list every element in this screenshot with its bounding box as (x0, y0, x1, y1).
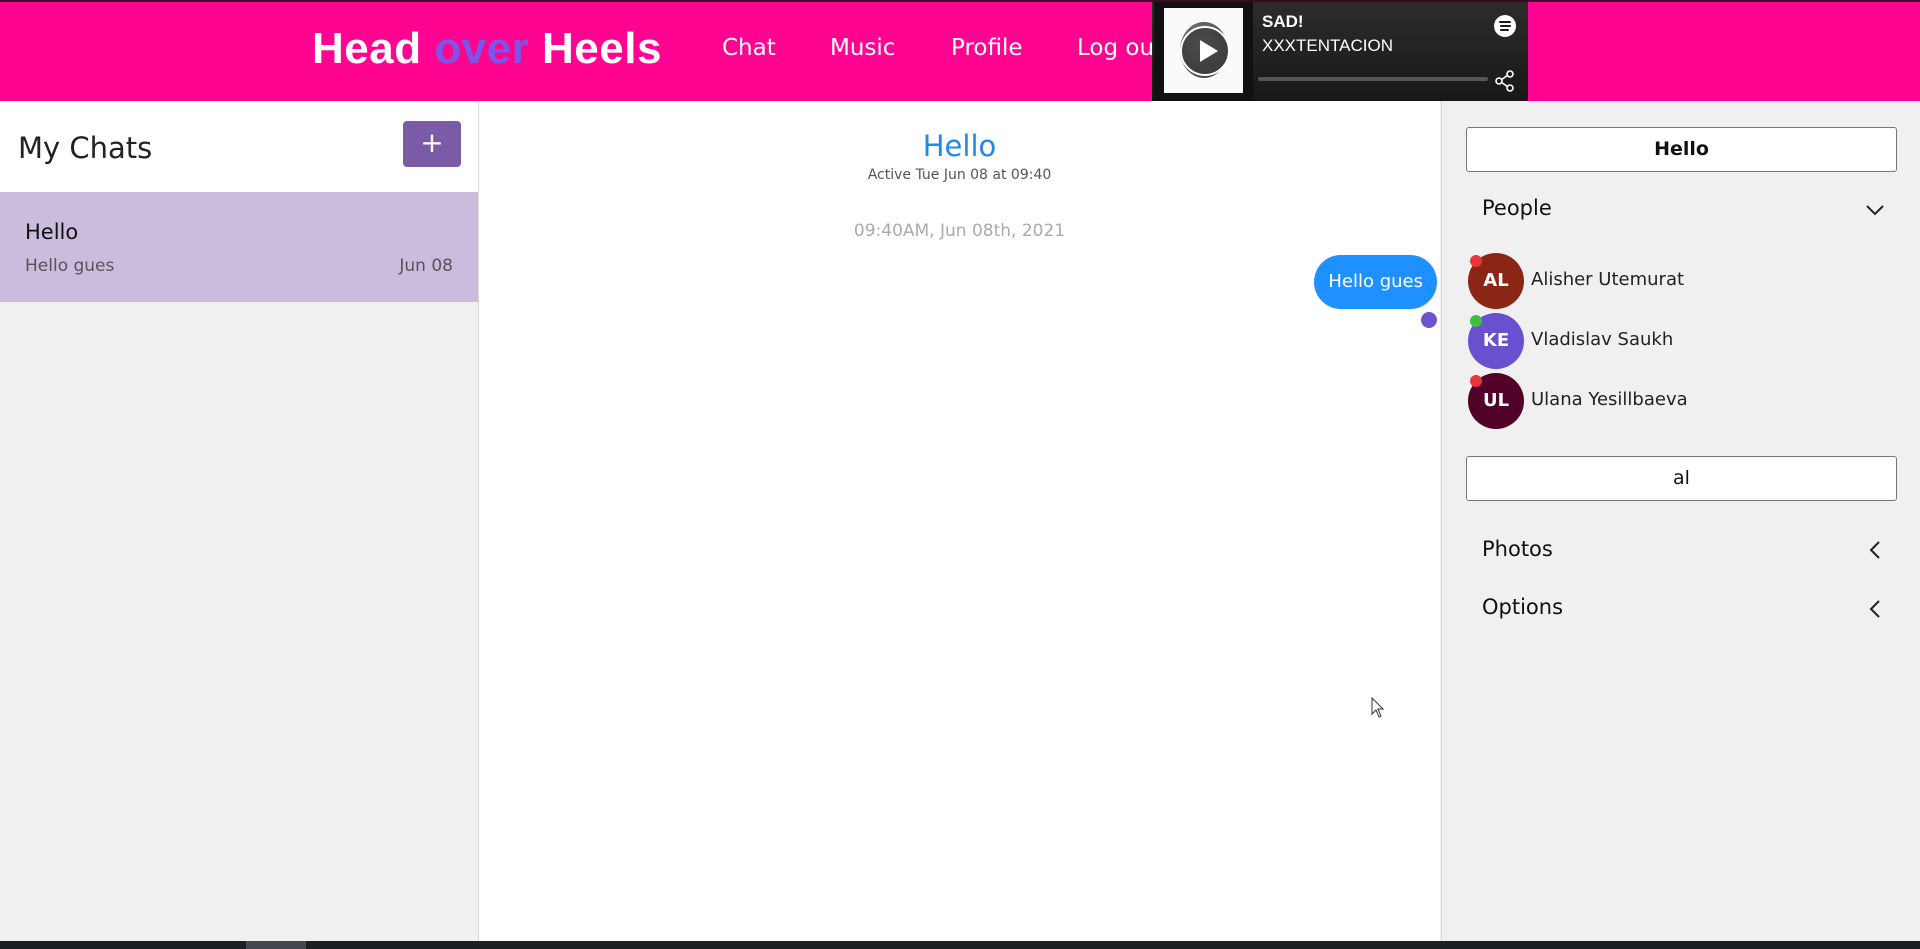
status-dot (1470, 375, 1482, 387)
message-timestamp: 09:40AM, Jun 08th, 2021 (853, 221, 1066, 241)
taskbar-segment (246, 941, 306, 949)
brand-logo[interactable]: Head over Heels (312, 24, 662, 74)
spotify-player: SAD! XXXTENTACION (1152, 2, 1528, 101)
person-item[interactable]: KE Vladislav Saukh (1468, 313, 1868, 369)
status-dot (1470, 255, 1482, 267)
chevron-down-icon[interactable] (1864, 199, 1886, 221)
message-bubble[interactable]: Hello gues (1314, 255, 1437, 309)
chat-list-title: My Chats (18, 131, 153, 165)
mouse-cursor-icon (1371, 697, 1385, 718)
chevron-left-icon[interactable] (1864, 539, 1886, 561)
track-artist: XXXTENTACION (1262, 36, 1393, 55)
top-border (0, 0, 1920, 2)
brand-part-1: Head (312, 24, 435, 73)
nav-music[interactable]: Music (830, 35, 895, 61)
person-name: Ulana Yesillbaeva (1531, 389, 1688, 410)
person-item[interactable]: UL Ulana Yesillbaeva (1468, 373, 1868, 429)
play-icon[interactable] (1180, 26, 1230, 76)
nav-chat[interactable]: Chat (722, 35, 776, 61)
playback-progress[interactable] (1258, 77, 1488, 81)
brand-part-3: Heels (529, 24, 662, 73)
chat-list-item[interactable]: Hello Hello gues Jun 08 (0, 192, 478, 302)
chevron-left-icon[interactable] (1864, 598, 1886, 620)
chat-list-panel: My Chats + Hello Hello gues Jun 08 (0, 101, 479, 941)
taskbar-strip (0, 941, 1920, 949)
status-dot (1470, 315, 1482, 327)
person-item[interactable]: AL Alisher Utemurat (1468, 253, 1868, 309)
chat-item-preview: Hello gues (25, 256, 115, 276)
person-name: Alisher Utemurat (1531, 269, 1685, 290)
spotify-icon[interactable] (1494, 15, 1516, 37)
read-receipt-avatar (1421, 312, 1437, 328)
top-navbar: Head over Heels Chat Music Profile Log o… (0, 0, 1920, 101)
nav-profile[interactable]: Profile (951, 35, 1023, 61)
brand-part-2: over (434, 24, 530, 73)
people-search-input[interactable]: al (1466, 456, 1897, 501)
chat-details-panel: Hello People AL Alisher Utemurat KE Vlad… (1441, 101, 1920, 941)
chat-list-header: My Chats + (0, 101, 478, 192)
album-cover (1154, 2, 1253, 101)
people-section-label[interactable]: People (1482, 196, 1552, 220)
conversation-title: Hello (922, 129, 997, 163)
track-title: SAD! (1262, 12, 1304, 31)
nav-logout[interactable]: Log out (1077, 35, 1163, 61)
chat-item-date: Jun 08 (399, 256, 453, 276)
share-icon[interactable] (1494, 70, 1516, 92)
options-section-label[interactable]: Options (1482, 595, 1563, 619)
person-name: Vladislav Saukh (1531, 329, 1674, 350)
add-chat-button[interactable]: + (403, 121, 461, 167)
conversation-panel: Hello Active Tue Jun 08 at 09:40 09:40AM… (479, 101, 1440, 941)
chat-item-name: Hello (25, 220, 79, 244)
chat-name-field[interactable]: Hello (1466, 127, 1897, 172)
photos-section-label[interactable]: Photos (1482, 537, 1553, 561)
conversation-status: Active Tue Jun 08 at 09:40 (867, 167, 1052, 183)
